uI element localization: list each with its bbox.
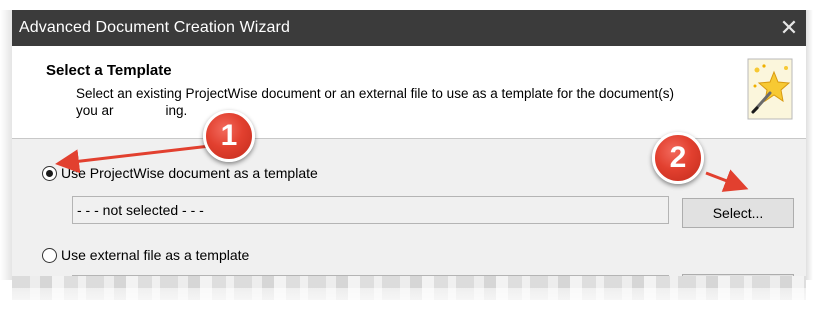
window-shadow-left	[0, 10, 12, 280]
torn-edge-fade	[0, 288, 813, 316]
close-icon[interactable]: ✕	[772, 10, 806, 46]
page-description-tail: ing.	[165, 103, 188, 118]
radio-external-label: Use external file as a template	[61, 247, 250, 263]
annotation-badge-2: 2	[652, 132, 704, 184]
selected-document-field: - - - not selected - - -	[72, 196, 669, 224]
screenshot-stage: Advanced Document Creation Wizard ✕ Sele…	[0, 0, 813, 316]
window-title: Advanced Document Creation Wizard	[19, 19, 290, 36]
radio-external-template[interactable]: Use external file as a template	[42, 247, 249, 263]
radio-projectwise-template[interactable]: Use ProjectWise document as a template	[42, 165, 318, 181]
radio-button-checked[interactable]	[42, 165, 57, 181]
radio-projectwise-label: Use ProjectWise document as a template	[61, 165, 318, 181]
page-title: Select a Template	[46, 62, 172, 79]
window-shadow-right	[806, 10, 813, 280]
annotation-badge-1: 1	[203, 110, 255, 162]
wizard-header: Select a Template Select an existing Pro…	[12, 46, 806, 139]
page-description: Select an existing ProjectWise document …	[76, 85, 676, 119]
radio-button-unchecked[interactable]	[42, 247, 57, 263]
title-bar: Advanced Document Creation Wizard ✕	[12, 10, 806, 46]
select-button[interactable]: Select...	[682, 198, 794, 228]
magic-wand-icon	[747, 58, 793, 120]
